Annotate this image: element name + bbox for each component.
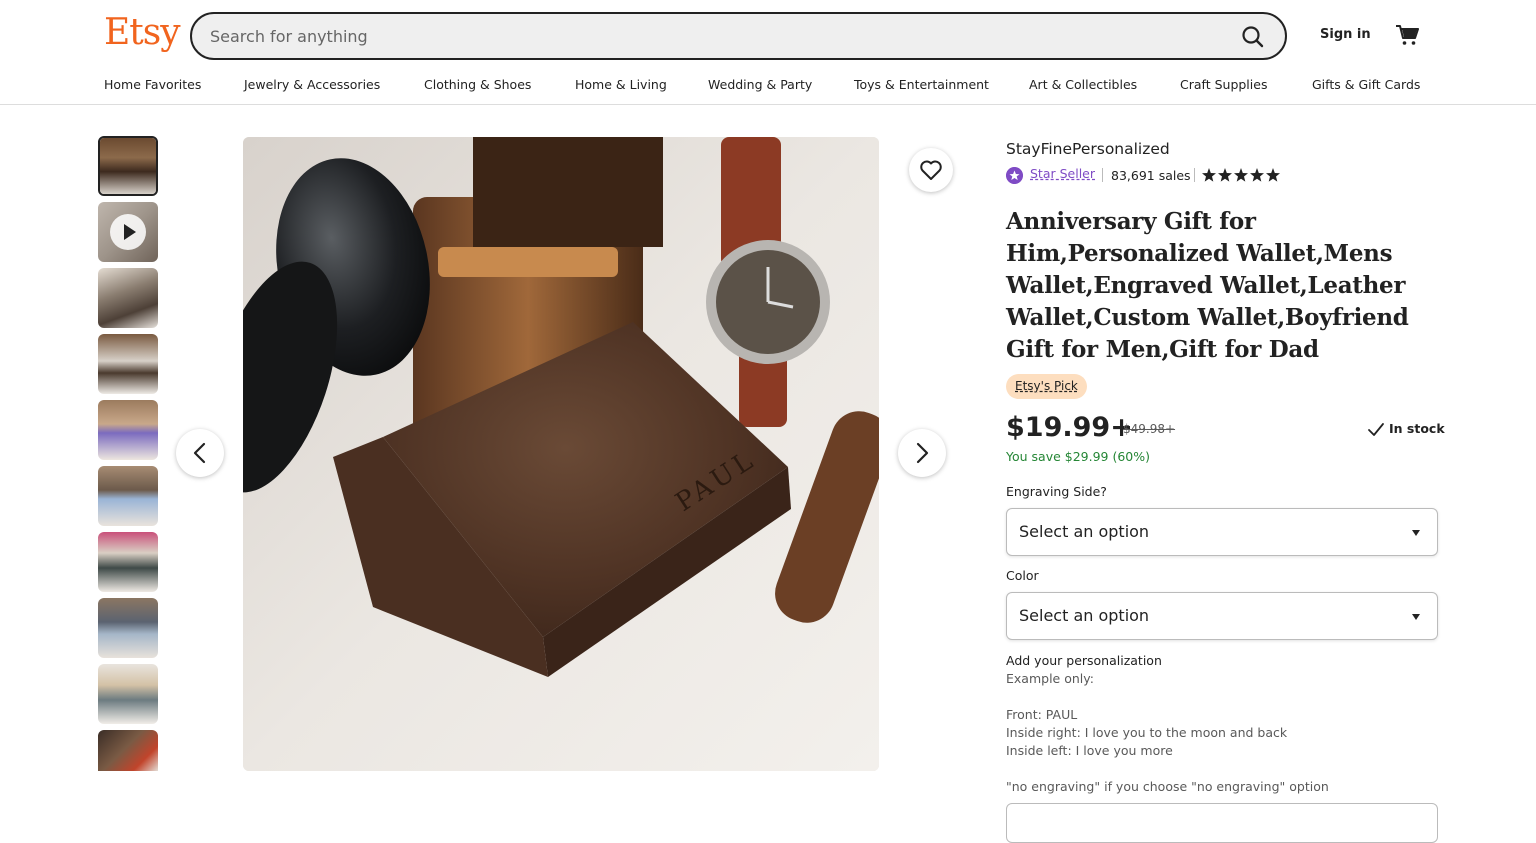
personalization-title: Add your personalization bbox=[1006, 653, 1162, 668]
wallet-photo: PAUL bbox=[243, 137, 879, 771]
nav-toys-entertainment[interactable]: Toys & Entertainment bbox=[854, 77, 989, 92]
etsys-pick-badge[interactable]: Etsy's Pick bbox=[1006, 374, 1087, 399]
personalization-instruction: Example only: bbox=[1006, 671, 1094, 686]
nav-wedding-party[interactable]: Wedding & Party bbox=[708, 77, 812, 92]
personalization-instruction: "no engraving" if you choose "no engravi… bbox=[1006, 779, 1329, 794]
gallery-thumbnail[interactable] bbox=[98, 466, 158, 526]
engraving-side-value: Select an option bbox=[1019, 522, 1150, 541]
previous-image-button[interactable] bbox=[176, 429, 224, 477]
personalization-instruction: Front: PAUL bbox=[1006, 707, 1078, 722]
original-price: $49.98+ bbox=[1123, 422, 1176, 436]
nav-home-favorites[interactable]: Home Favorites bbox=[104, 77, 201, 92]
star-icon bbox=[1234, 168, 1248, 182]
site-header: Etsy Sign in Home Favorites Jewelry & Ac… bbox=[0, 0, 1536, 105]
personalization-instruction: Inside right: I love you to the moon and… bbox=[1006, 725, 1288, 740]
caret-down-icon bbox=[1412, 530, 1420, 536]
heart-icon bbox=[920, 160, 942, 180]
etsy-logo[interactable]: Etsy bbox=[104, 12, 181, 53]
play-icon[interactable] bbox=[110, 214, 146, 250]
product-price: $19.99+ bbox=[1006, 412, 1133, 443]
gallery-thumbnail[interactable] bbox=[98, 598, 158, 658]
savings-text: You save $29.99 (60%) bbox=[1006, 449, 1151, 464]
gallery-thumbnail[interactable] bbox=[98, 400, 158, 460]
caret-down-icon bbox=[1412, 614, 1420, 620]
check-icon bbox=[1368, 423, 1384, 436]
engraving-side-select[interactable]: Select an option bbox=[1006, 508, 1438, 556]
search-bar[interactable] bbox=[190, 12, 1287, 60]
main-product-image[interactable]: PAUL bbox=[243, 137, 879, 771]
color-value: Select an option bbox=[1019, 606, 1150, 625]
seller-info: Star Seller 83,691 sales bbox=[1006, 166, 1306, 186]
gallery-thumbnail[interactable] bbox=[98, 532, 158, 592]
gallery-thumbnail[interactable] bbox=[98, 334, 158, 394]
color-label: Color bbox=[1006, 568, 1039, 583]
stock-status: In stock bbox=[1389, 421, 1445, 436]
nav-clothing-shoes[interactable]: Clothing & Shoes bbox=[424, 77, 531, 92]
gallery-thumbnail-video[interactable] bbox=[98, 202, 158, 262]
favorite-button[interactable] bbox=[909, 148, 953, 192]
cart-icon[interactable] bbox=[1394, 22, 1420, 48]
star-icon bbox=[1202, 168, 1216, 182]
rating-stars[interactable] bbox=[1202, 166, 1282, 184]
star-icon bbox=[1266, 168, 1280, 182]
search-icon[interactable] bbox=[1240, 24, 1266, 50]
personalization-instruction: Inside left: I love you more bbox=[1006, 743, 1173, 758]
star-icon bbox=[1218, 168, 1232, 182]
gallery-thumbnail[interactable] bbox=[98, 730, 158, 771]
product-title: Anniversary Gift for Him,Personalized Wa… bbox=[1006, 208, 1409, 363]
nav-craft-supplies[interactable]: Craft Supplies bbox=[1180, 77, 1267, 92]
nav-jewelry-accessories[interactable]: Jewelry & Accessories bbox=[244, 77, 380, 92]
gallery-thumbnail[interactable] bbox=[98, 268, 158, 328]
search-input[interactable] bbox=[210, 24, 1210, 48]
nav-gifts-gift-cards[interactable]: Gifts & Gift Cards bbox=[1312, 77, 1420, 92]
gallery-thumbnail[interactable] bbox=[98, 136, 158, 196]
shop-name-link[interactable]: StayFinePersonalized bbox=[1006, 140, 1170, 158]
nav-home-living[interactable]: Home & Living bbox=[575, 77, 667, 92]
sign-in-link[interactable]: Sign in bbox=[1320, 27, 1371, 42]
engraving-side-label: Engraving Side? bbox=[1006, 484, 1107, 499]
divider bbox=[1102, 168, 1103, 182]
color-select[interactable]: Select an option bbox=[1006, 592, 1438, 640]
star-seller-label[interactable]: Star Seller bbox=[1030, 166, 1095, 181]
personalization-textarea[interactable] bbox=[1006, 803, 1438, 843]
chevron-right-icon bbox=[916, 442, 929, 464]
divider bbox=[1194, 168, 1195, 182]
gallery-thumbnail[interactable] bbox=[98, 664, 158, 724]
category-nav: Home Favorites Jewelry & Accessories Clo… bbox=[104, 77, 1434, 97]
sales-count: 83,691 sales bbox=[1111, 168, 1191, 183]
star-seller-icon bbox=[1006, 167, 1023, 184]
nav-art-collectibles[interactable]: Art & Collectibles bbox=[1029, 77, 1137, 92]
star-icon bbox=[1250, 168, 1264, 182]
next-image-button[interactable] bbox=[898, 429, 946, 477]
chevron-left-icon bbox=[193, 442, 206, 464]
